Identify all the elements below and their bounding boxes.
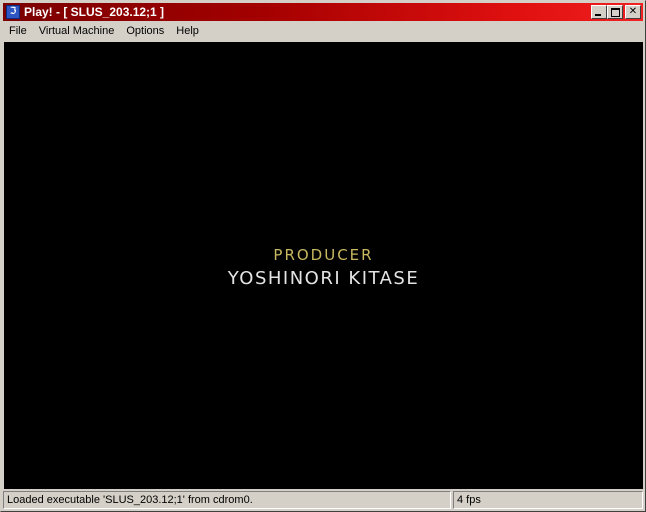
- menu-virtual-machine[interactable]: Virtual Machine: [33, 22, 121, 41]
- fps-counter: 4 fps: [453, 491, 643, 509]
- app-window: ℑ Play! - [ SLUS_203.12;1 ] ✕ File Virtu…: [0, 0, 646, 512]
- minimize-button[interactable]: [591, 5, 607, 19]
- menu-options[interactable]: Options: [120, 22, 170, 41]
- maximize-icon: [611, 8, 620, 17]
- window-controls: ✕: [591, 5, 641, 19]
- close-icon: ✕: [628, 6, 638, 17]
- minimize-icon: [595, 14, 601, 16]
- app-icon[interactable]: ℑ: [6, 5, 20, 19]
- menu-bar: File Virtual Machine Options Help: [3, 22, 643, 41]
- maximize-button[interactable]: [607, 5, 623, 19]
- status-bar: Loaded executable 'SLUS_203.12;1' from c…: [3, 491, 643, 509]
- window-title: Play! - [ SLUS_203.12;1 ]: [24, 5, 165, 19]
- credit-role-text: PRODUCER: [273, 246, 374, 264]
- emulator-screen[interactable]: PRODUCER YOSHINORI KITASE: [4, 42, 643, 489]
- title-bar[interactable]: ℑ Play! - [ SLUS_203.12;1 ] ✕: [3, 3, 643, 21]
- status-message: Loaded executable 'SLUS_203.12;1' from c…: [3, 491, 451, 509]
- credit-name-text: YOSHINORI KITASE: [227, 268, 420, 289]
- menu-file[interactable]: File: [3, 22, 33, 41]
- close-button[interactable]: ✕: [625, 5, 641, 19]
- menu-help[interactable]: Help: [170, 22, 205, 41]
